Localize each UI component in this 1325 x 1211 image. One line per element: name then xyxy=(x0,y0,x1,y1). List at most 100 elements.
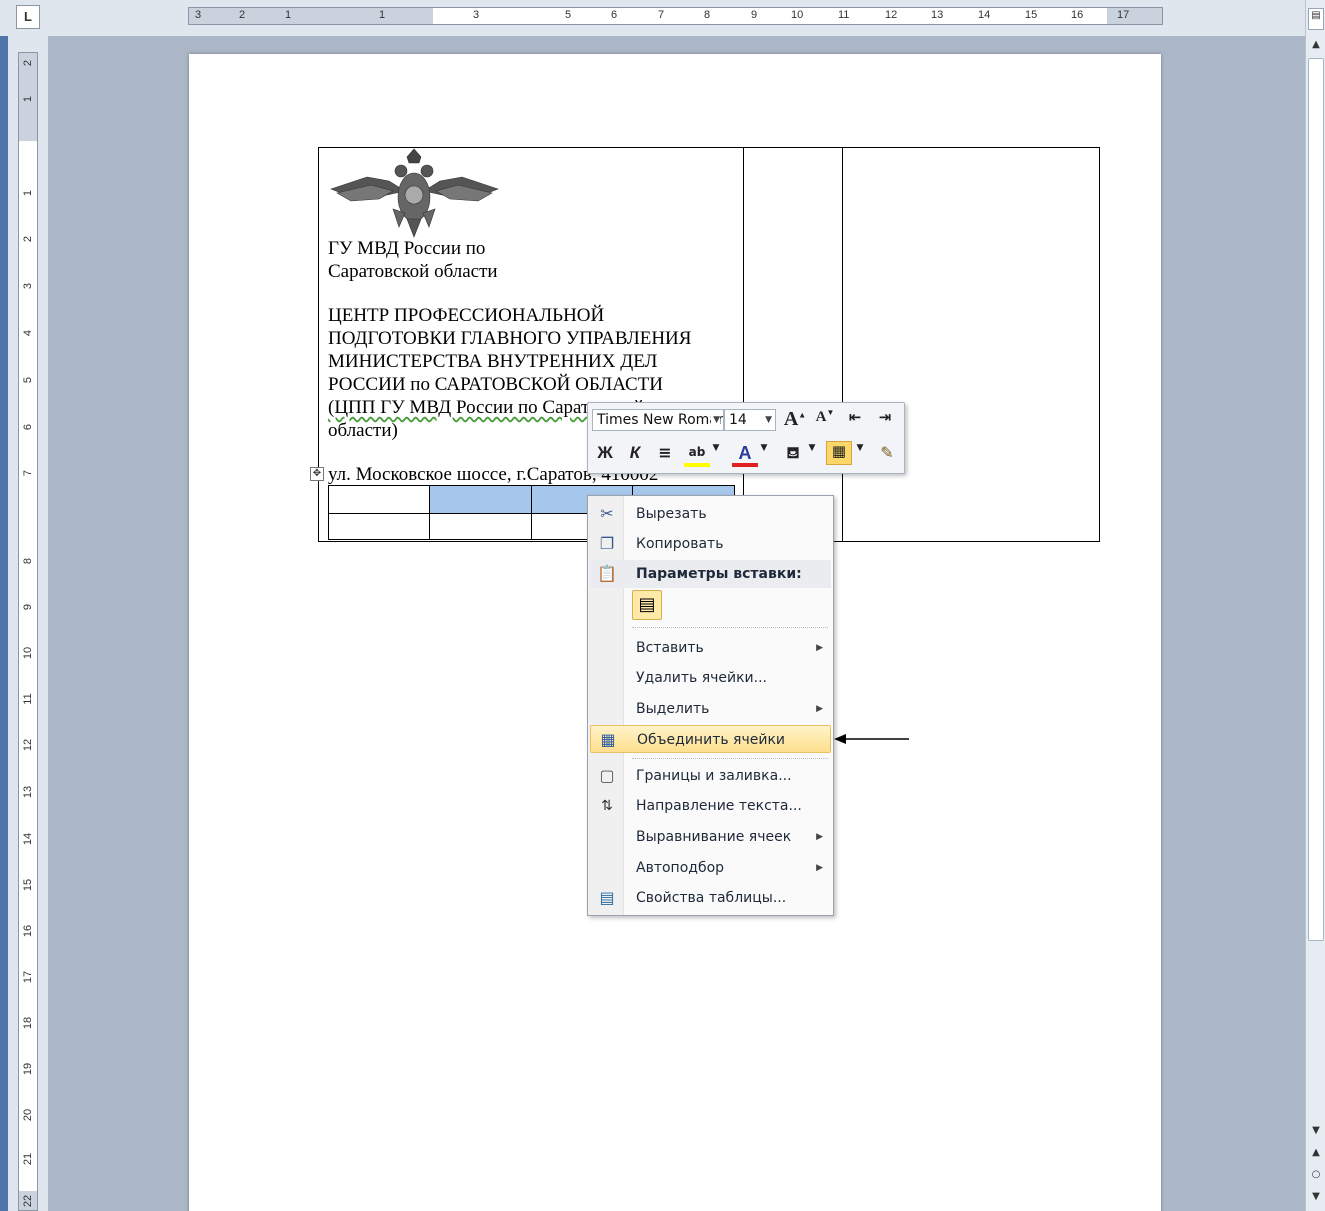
highlighter-icon: ab xyxy=(688,445,706,459)
shrink-font-button[interactable]: A▼ xyxy=(812,408,838,432)
chevron-down-icon[interactable]: ▼ xyxy=(765,410,772,430)
ruler-label: 12 xyxy=(885,9,898,21)
menu-item-autofit[interactable]: Автоподбор ▶ xyxy=(590,854,831,882)
font-color-button[interactable]: A xyxy=(732,443,758,467)
menu-item-cell-alignment[interactable]: Выравнивание ячеек ▶ xyxy=(590,823,831,851)
ruler-label: 2 xyxy=(22,235,34,243)
org-name-line1: ГУ МВД России по xyxy=(328,238,486,259)
table-cell[interactable] xyxy=(329,486,430,514)
table-column-border[interactable] xyxy=(743,147,744,542)
menu-item-label: Копировать xyxy=(636,536,724,552)
ruler-label: 17 xyxy=(1117,9,1130,21)
chevron-down-icon[interactable]: ▼ xyxy=(711,410,720,430)
decrease-indent-icon: ⇤ xyxy=(848,408,862,426)
ruler-label: 1 xyxy=(22,95,34,103)
ruler-text-area xyxy=(19,141,37,1191)
mini-toolbar: Times New Roman ▼ 14 ▼ A▲ A▼ ⇤ ⇥ Ж К ≡ a… xyxy=(587,402,905,474)
ruler-label: 20 xyxy=(22,1108,34,1122)
ruler-label: 19 xyxy=(22,1062,34,1076)
font-color-icon: A xyxy=(738,443,752,463)
ruler-label: 6 xyxy=(611,9,618,21)
scroll-down-icon[interactable]: ▼ xyxy=(1308,1124,1324,1138)
chevron-down-icon[interactable]: ▼ xyxy=(710,443,722,467)
tab-selector-button[interactable]: L xyxy=(16,5,40,29)
increase-indent-icon: ⇥ xyxy=(878,408,892,426)
center-name-line: МИНИСТЕРСТВА ВНУТРЕННИХ ДЕЛ xyxy=(328,351,658,372)
font-name-value: Times New Roman xyxy=(597,412,724,428)
ruler-label: 5 xyxy=(565,9,572,21)
ruler-label: 3 xyxy=(195,9,202,21)
ruler-label: 7 xyxy=(22,469,34,477)
format-painter-button[interactable]: ✎ xyxy=(874,443,900,467)
next-page-icon[interactable]: ▼ xyxy=(1308,1190,1324,1204)
context-menu: ✂ Вырезать ❐ Копировать 📋 Параметры вста… xyxy=(587,495,834,916)
ruler-label: 2 xyxy=(239,9,246,21)
org-name-line2: Саратовской области xyxy=(328,261,498,282)
menu-item-label: Свойства таблицы... xyxy=(636,890,787,906)
font-size-value: 14 xyxy=(729,412,747,428)
paste-icon: 📋 xyxy=(597,564,617,583)
borders-button[interactable]: ▦ xyxy=(826,441,852,465)
horizontal-ruler[interactable]: 3 2 1 1 3 5 6 7 8 9 10 11 12 13 14 15 16… xyxy=(188,7,1163,25)
vertical-scrollbar[interactable]: ▤ ▲ ▼ ▲ ○ ▼ xyxy=(1305,0,1325,1211)
menu-separator xyxy=(632,627,828,628)
menu-item-select[interactable]: Выделить ▶ xyxy=(590,695,831,723)
menu-item-text-direction[interactable]: ⇅ Направление текста... xyxy=(590,792,831,820)
menu-section-label: Параметры вставки: xyxy=(636,566,802,582)
ruler-label: 5 xyxy=(22,376,34,384)
ruler-label: 3 xyxy=(22,282,34,290)
grow-font-button[interactable]: A▲ xyxy=(782,408,808,432)
shading-button[interactable]: ⛾ xyxy=(780,443,806,467)
increase-indent-button[interactable]: ⇥ xyxy=(872,408,898,432)
submenu-arrow-icon: ▶ xyxy=(816,704,823,714)
select-browse-object-icon[interactable]: ○ xyxy=(1308,1168,1324,1182)
menu-item-label: Объединить ячейки xyxy=(637,732,786,748)
menu-item-insert[interactable]: Вставить ▶ xyxy=(590,634,831,662)
vertical-ruler[interactable]: 2 1 1 2 3 4 5 6 7 8 9 10 11 12 13 14 15 … xyxy=(18,52,38,1211)
center-name-line: РОССИИ по САРАТОВСКОЙ ОБЛАСТИ xyxy=(328,374,663,395)
table-cell[interactable] xyxy=(430,514,532,539)
ruler-label: 9 xyxy=(22,603,34,611)
menu-item-merge-cells[interactable]: ▦ Объединить ячейки xyxy=(590,725,831,753)
ruler-label: 1 xyxy=(285,9,292,21)
table-cell[interactable] xyxy=(329,514,430,539)
scroll-thumb[interactable] xyxy=(1308,58,1324,941)
shrink-font-icon: A xyxy=(815,409,827,425)
menu-item-label: Выделить xyxy=(636,701,710,717)
ruler-label: 8 xyxy=(704,9,711,21)
bold-button[interactable]: Ж xyxy=(592,443,618,467)
font-size-combobox[interactable]: 14 ▼ xyxy=(724,409,776,431)
window-edge xyxy=(0,36,8,1211)
menu-item-table-properties[interactable]: ▤ Свойства таблицы... xyxy=(590,884,831,912)
ruler-label: 15 xyxy=(22,878,34,892)
menu-item-label: Границы и заливка... xyxy=(636,768,792,784)
menu-item-borders-shading[interactable]: ▢ Границы и заливка... xyxy=(590,762,831,790)
chevron-down-icon[interactable]: ▼ xyxy=(758,443,770,467)
chevron-down-icon[interactable]: ▼ xyxy=(806,443,818,467)
center-align-button[interactable]: ≡ xyxy=(652,443,678,467)
paint-bucket-icon: ⛾ xyxy=(786,443,800,462)
align-center-icon: ≡ xyxy=(658,443,672,462)
menu-item-copy[interactable]: ❐ Копировать xyxy=(590,530,831,558)
decrease-indent-button[interactable]: ⇤ xyxy=(842,408,868,432)
keep-text-only-icon[interactable]: ▤ xyxy=(632,590,662,620)
italic-button[interactable]: К xyxy=(622,443,648,467)
menu-item-label: Автоподбор xyxy=(636,860,725,876)
chevron-down-icon[interactable]: ▼ xyxy=(854,443,866,467)
view-ruler-toggle-icon[interactable]: ▤ xyxy=(1308,8,1324,30)
borders-icon: ▢ xyxy=(599,766,615,785)
previous-page-icon[interactable]: ▲ xyxy=(1308,1146,1324,1160)
highlight-button[interactable]: ab xyxy=(684,443,710,467)
table-move-handle-icon[interactable]: ✥ xyxy=(310,467,324,481)
ruler-text-area xyxy=(433,8,1107,24)
scroll-up-icon[interactable]: ▲ xyxy=(1308,38,1324,52)
menu-item-delete-cells[interactable]: Удалить ячейки... xyxy=(590,664,831,692)
submenu-arrow-icon: ▶ xyxy=(816,832,823,842)
menu-item-cut[interactable]: ✂ Вырезать xyxy=(590,500,831,528)
ruler-label: 10 xyxy=(791,9,804,21)
ruler-label: 11 xyxy=(22,693,34,705)
ruler-label: 21 xyxy=(22,1152,34,1166)
table-cell-selected[interactable] xyxy=(430,486,532,514)
table-column-border[interactable] xyxy=(842,147,843,542)
font-name-combobox[interactable]: Times New Roman ▼ xyxy=(592,409,724,431)
